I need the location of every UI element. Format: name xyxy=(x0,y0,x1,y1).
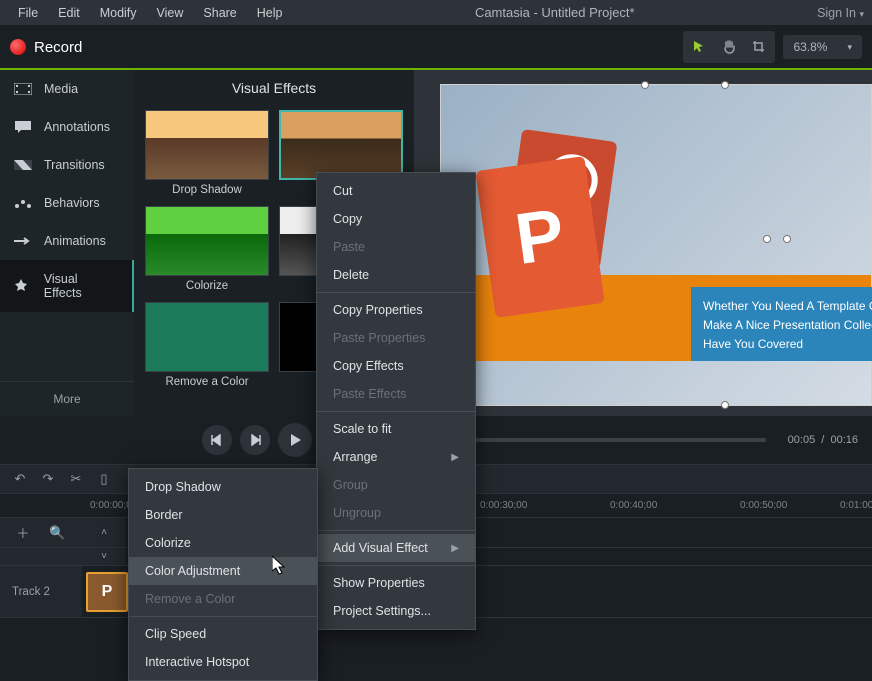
sidebar-item-transitions[interactable]: Transitions xyxy=(0,146,134,184)
resize-handle[interactable] xyxy=(721,401,729,409)
toolbar: Record 63.8%▾ xyxy=(0,26,872,70)
menu-edit[interactable]: Edit xyxy=(48,2,90,24)
undo-icon[interactable]: ↶ xyxy=(12,471,28,487)
sidebar-item-media[interactable]: Media xyxy=(0,70,134,108)
play-button[interactable] xyxy=(278,423,312,457)
behaviors-icon xyxy=(14,196,32,210)
annotations-icon xyxy=(14,120,32,134)
track-label[interactable]: Track 2 xyxy=(0,566,82,617)
sign-in-link[interactable]: Sign In ▾ xyxy=(817,6,864,20)
context-item-drop-shadow[interactable]: Drop Shadow xyxy=(129,473,317,501)
menu-view[interactable]: View xyxy=(147,2,194,24)
prev-frame-button[interactable] xyxy=(202,425,232,455)
context-item-project-settings-[interactable]: Project Settings... xyxy=(317,597,475,625)
context-item-scale-to-fit[interactable]: Scale to fit xyxy=(317,415,475,443)
rotate-handle[interactable] xyxy=(721,81,729,89)
split-icon[interactable]: ▯ xyxy=(96,471,112,487)
zoom-dropdown[interactable]: 63.8%▾ xyxy=(783,35,862,59)
context-item-paste: Paste xyxy=(317,233,475,261)
resize-handle[interactable] xyxy=(641,81,649,89)
canvas-area[interactable]: Whether You Need A Template Or Want To M… xyxy=(414,70,872,416)
timeline-clip[interactable]: P xyxy=(86,572,128,612)
transitions-icon xyxy=(14,158,32,172)
sidebar-item-annotations[interactable]: Annotations xyxy=(0,108,134,146)
window-title: Camtasia - Untitled Project* xyxy=(292,5,817,20)
sidebar: Media Annotations Transitions Behaviors … xyxy=(0,70,134,416)
zoom-track-icon[interactable]: 🔍 xyxy=(49,525,65,541)
media-icon xyxy=(14,82,32,96)
context-item-delete[interactable]: Delete xyxy=(317,261,475,289)
time-display: 00:05 / 00:16 xyxy=(788,434,858,446)
context-item-cut[interactable]: Cut xyxy=(317,177,475,205)
resize-handle[interactable] xyxy=(783,235,791,243)
sidebar-item-visual-effects[interactable]: Visual Effects xyxy=(0,260,134,312)
menu-modify[interactable]: Modify xyxy=(90,2,147,24)
effect-colorize[interactable]: Colorize xyxy=(144,206,270,292)
pan-tool-icon[interactable] xyxy=(715,33,743,61)
menu-share[interactable]: Share xyxy=(193,2,246,24)
visual-effects-icon xyxy=(14,279,32,293)
context-item-add-visual-effect[interactable]: Add Visual Effect▶ xyxy=(317,534,475,562)
resize-handle[interactable] xyxy=(763,235,771,243)
menu-file[interactable]: File xyxy=(8,2,48,24)
context-item-group: Group xyxy=(317,471,475,499)
canvas-tools xyxy=(683,31,775,63)
context-item-paste-effects: Paste Effects xyxy=(317,380,475,408)
context-item-copy[interactable]: Copy xyxy=(317,205,475,233)
next-frame-button[interactable] xyxy=(240,425,270,455)
effect-remove-color[interactable]: Remove a Color xyxy=(144,302,270,388)
sidebar-item-behaviors[interactable]: Behaviors xyxy=(0,184,134,222)
redo-icon[interactable]: ↷ xyxy=(40,471,56,487)
context-item-color-adjustment[interactable]: Color Adjustment xyxy=(129,557,317,585)
record-icon xyxy=(10,39,26,55)
context-item-paste-properties: Paste Properties xyxy=(317,324,475,352)
powerpoint-icon: P xyxy=(481,135,631,305)
cut-icon[interactable]: ✂ xyxy=(68,471,84,487)
sidebar-item-animations[interactable]: Animations xyxy=(0,222,134,260)
context-item-arrange[interactable]: Arrange▶ xyxy=(317,443,475,471)
canvas[interactable]: Whether You Need A Template Or Want To M… xyxy=(440,84,872,406)
effect-drop-shadow[interactable]: Drop Shadow xyxy=(144,110,270,196)
context-item-clip-speed[interactable]: Clip Speed xyxy=(129,620,317,648)
crop-tool-icon[interactable] xyxy=(745,33,773,61)
add-track-icon[interactable]: ＋ xyxy=(16,523,29,542)
context-item-show-properties[interactable]: Show Properties xyxy=(317,569,475,597)
expand-down-icon[interactable]: ˅ xyxy=(101,551,107,562)
context-item-border[interactable]: Border xyxy=(129,501,317,529)
animations-icon xyxy=(14,234,32,248)
record-button[interactable]: Record xyxy=(10,39,82,56)
context-item-copy-effects[interactable]: Copy Effects xyxy=(317,352,475,380)
context-item-copy-properties[interactable]: Copy Properties xyxy=(317,296,475,324)
effects-panel-title: Visual Effects xyxy=(134,70,414,106)
select-tool-icon[interactable] xyxy=(685,33,713,61)
sidebar-more[interactable]: More xyxy=(0,381,134,416)
context-menu: CutCopyPasteDelete Copy PropertiesPaste P… xyxy=(316,172,476,630)
context-item-ungroup: Ungroup xyxy=(317,499,475,527)
context-item-colorize[interactable]: Colorize xyxy=(129,529,317,557)
menubar: File Edit Modify View Share Help Camtasi… xyxy=(0,0,872,26)
expand-up-icon[interactable]: ˄ xyxy=(101,527,107,538)
menu-help[interactable]: Help xyxy=(247,2,293,24)
slide-text-box: Whether You Need A Template Or Want To M… xyxy=(691,287,872,361)
context-item-remove-a-color: Remove a Color xyxy=(129,585,317,613)
context-submenu: Drop ShadowBorderColorizeColor Adjustmen… xyxy=(128,468,318,681)
context-item-interactive-hotspot[interactable]: Interactive Hotspot xyxy=(129,648,317,676)
